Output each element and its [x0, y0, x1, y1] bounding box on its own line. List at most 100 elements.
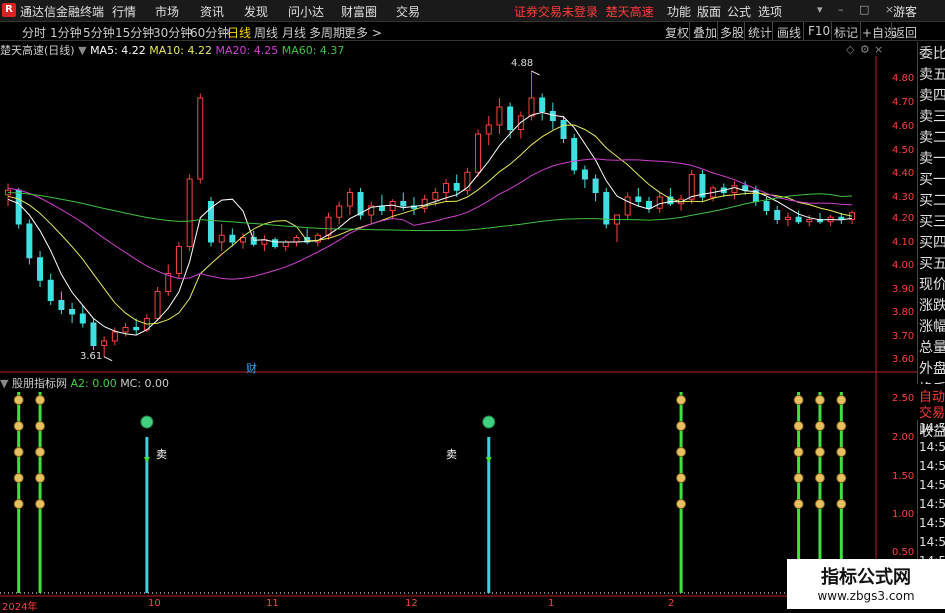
candle-body [646, 201, 653, 209]
candle-body [250, 237, 257, 245]
candle [346, 188, 353, 215]
candle [5, 183, 11, 206]
price-tick: 4.60 [892, 121, 915, 132]
menu-quotes[interactable]: 行情 [112, 3, 136, 20]
tool-divider [689, 22, 690, 40]
candle [539, 93, 546, 121]
candle [197, 93, 204, 184]
price-tick: 3.70 [892, 331, 915, 342]
tool-draw[interactable]: 画线 [777, 24, 801, 41]
price-tick: 4.20 [892, 213, 915, 224]
sell-badge-icon [140, 415, 154, 429]
money-bag-icon [793, 395, 804, 405]
candle [207, 197, 214, 247]
money-bag-icon [836, 447, 847, 457]
tool-stats[interactable]: 统计 [748, 24, 772, 41]
trade-time: 14:56 [919, 516, 945, 530]
candle-body [549, 111, 556, 121]
period-5min[interactable]: 5分钟 [83, 24, 115, 41]
high-price-label: 4.88 [511, 58, 534, 69]
sell-label: 卖 [156, 448, 167, 461]
kline-chart[interactable] [0, 40, 917, 607]
tool-mark[interactable]: 标记 [834, 24, 858, 41]
candle [816, 212, 823, 224]
money-bag-icon [13, 395, 24, 405]
period-monthly[interactable]: 月线 [282, 24, 306, 41]
candle [646, 197, 653, 213]
price-tick: 4.00 [892, 260, 915, 271]
candle-body [272, 239, 279, 247]
money-bag-icon [35, 395, 46, 405]
candle-body [581, 169, 588, 180]
menu-news[interactable]: 资讯 [200, 3, 224, 20]
candle-body [742, 185, 749, 191]
tool-overlay[interactable]: 叠加 [693, 24, 717, 41]
trade-time: 14:56 [919, 478, 945, 492]
candle [272, 237, 279, 249]
period-daily[interactable]: 日线 [227, 24, 251, 41]
period-15min[interactable]: 15分钟 [115, 24, 154, 41]
tool-back[interactable]: 返回 [893, 24, 917, 41]
candle-body [496, 106, 503, 126]
period-60min[interactable]: 60分钟 [190, 24, 229, 41]
menu-trade[interactable]: 交易 [396, 3, 420, 20]
period-timeshare[interactable]: 分时 [22, 24, 46, 41]
auto-trade-button[interactable]: 交易 [919, 402, 945, 421]
candle [378, 194, 385, 215]
candle-body [336, 205, 343, 218]
menu-layout[interactable]: 版面 [697, 3, 721, 20]
money-bag-icon [676, 421, 687, 431]
money-bag-icon [836, 421, 847, 431]
candle-body [15, 189, 22, 225]
menu-options[interactable]: 选项 [758, 3, 782, 20]
menu-ask[interactable]: 问小达 [288, 3, 324, 20]
tool-f10[interactable]: F10 [808, 24, 830, 38]
menu-wealth[interactable]: 财富圈 [341, 3, 377, 20]
candle-body [795, 216, 802, 223]
candle [528, 71, 535, 121]
date-tick: 10 [148, 598, 161, 609]
candle [368, 201, 375, 224]
period-1min[interactable]: 1分钟 [50, 24, 82, 41]
candle-body [37, 257, 44, 281]
money-bag-icon [35, 499, 46, 509]
money-bag-icon [814, 421, 825, 431]
candle [90, 318, 97, 350]
indicator-tick: 1.50 [892, 471, 915, 482]
guest-user[interactable]: 游客 [893, 3, 917, 20]
candle-body [688, 174, 695, 200]
menu-formula[interactable]: 公式 [727, 3, 751, 20]
candle [175, 242, 182, 278]
menu-market[interactable]: 市场 [155, 3, 179, 20]
menu-function[interactable]: 功能 [667, 3, 691, 20]
tool-divider [860, 22, 861, 40]
finance-mark[interactable]: 财 [246, 360, 257, 376]
money-bag-icon [793, 421, 804, 431]
period-multi[interactable]: 多周期 [309, 24, 345, 41]
candle [635, 188, 642, 206]
candle-body [229, 234, 236, 243]
trade-login-notice[interactable]: 证券交易未登录 楚天高速 [514, 3, 654, 20]
money-bag-icon [35, 447, 46, 457]
candle [784, 212, 791, 227]
price-tick: 3.90 [892, 284, 915, 295]
candle [69, 302, 76, 323]
menu-discover[interactable]: 发现 [244, 3, 268, 20]
indicator-name[interactable]: 股朋指标网 [12, 377, 67, 390]
period-weekly[interactable]: 周线 [254, 24, 278, 41]
stock-link[interactable]: 楚天高速 [606, 5, 654, 19]
candle-body [69, 309, 76, 315]
tool-multistock[interactable]: 多股 [720, 24, 744, 41]
period-30min[interactable]: 30分钟 [153, 24, 192, 41]
tool-adjust[interactable]: 复权 [665, 24, 689, 41]
candle [624, 192, 631, 220]
window-controls[interactable]: ▾ – □ × [817, 3, 900, 16]
candle-body [806, 219, 813, 223]
label-price: 现价 [919, 277, 945, 293]
candle [656, 192, 663, 213]
period-more[interactable]: 更多 > [344, 24, 382, 41]
indicator-group [0, 392, 876, 594]
down-arrow-icon [143, 457, 150, 463]
indicator-collapse-icon[interactable]: ▼ [0, 377, 8, 390]
candle-body [47, 279, 54, 301]
